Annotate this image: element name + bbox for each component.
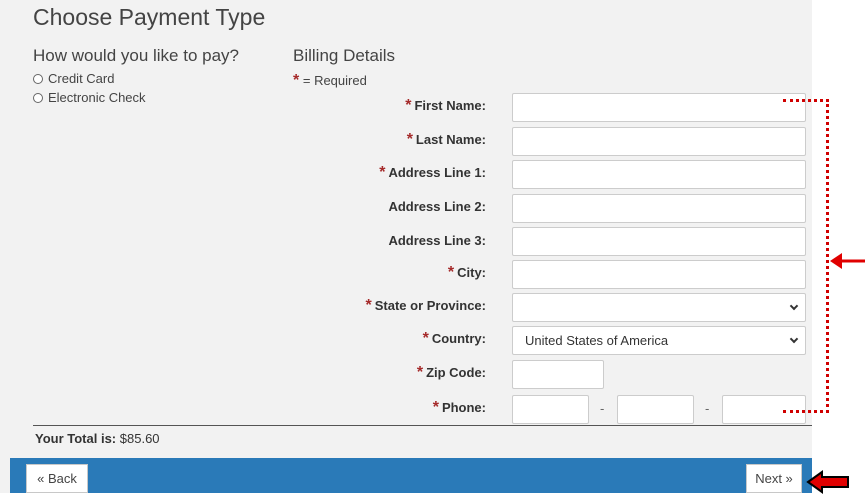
back-button[interactable]: « Back (26, 464, 88, 493)
first-name-field[interactable] (512, 93, 806, 122)
phone-area-code-field[interactable] (512, 395, 589, 424)
last-name-label: * Last Name: (406, 131, 486, 148)
zip-code-field[interactable] (512, 360, 604, 389)
address-line-2-label: Address Line 2: (388, 199, 486, 214)
annotation-bracket-bottom (783, 410, 829, 413)
page-title: Choose Payment Type (33, 4, 266, 30)
state-select[interactable] (512, 293, 806, 322)
city-label: * City: (447, 264, 486, 281)
country-select[interactable]: United States of America (512, 326, 806, 355)
address-line-3-label: Address Line 3: (388, 233, 486, 248)
credit-card-option[interactable]: Credit Card (33, 71, 114, 86)
chevron-down-icon (789, 301, 799, 310)
last-name-field[interactable] (512, 127, 806, 156)
order-total: Your Total is: $85.60 (35, 431, 160, 446)
required-star: * (293, 72, 300, 89)
total-amount: $85.60 (119, 431, 160, 446)
required-star: * (447, 264, 455, 281)
phone-label: * Phone: (432, 399, 486, 416)
required-star: * (416, 364, 424, 381)
chevron-down-icon (789, 334, 799, 343)
required-star: * (406, 131, 413, 148)
phone-prefix-field[interactable] (617, 395, 694, 424)
radio-button[interactable] (33, 73, 43, 84)
electronic-check-option[interactable]: Electronic Check (33, 90, 146, 105)
required-note-text: = Required (302, 73, 367, 88)
billing-details-heading: Billing Details (293, 46, 396, 65)
arrow-pointer-icon (806, 470, 849, 494)
annotation-bracket-top (783, 99, 829, 102)
left-arrow-icon (830, 253, 865, 269)
radio-label: Electronic Check (48, 90, 146, 105)
address-line-1-field[interactable] (512, 160, 806, 189)
required-star: * (405, 97, 412, 114)
zip-code-label: * Zip Code: (416, 364, 486, 381)
radio-label: Credit Card (48, 71, 115, 86)
address-line-3-field[interactable] (512, 227, 806, 256)
navigation-bar (10, 458, 812, 493)
payment-method-heading: How would you like to pay? (33, 46, 240, 65)
phone-separator: - (705, 401, 710, 416)
annotation-bracket-side (826, 99, 829, 413)
required-note: * = Required (293, 72, 367, 90)
required-star: * (365, 297, 372, 314)
required-star: * (379, 164, 386, 181)
phone-separator: - (600, 401, 605, 416)
country-selected-value: United States of America (525, 333, 669, 348)
required-star: * (432, 399, 439, 416)
next-button[interactable]: Next » (746, 464, 802, 493)
total-divider (33, 425, 812, 426)
total-label: Your Total is: (35, 431, 117, 446)
radio-button[interactable] (33, 92, 43, 103)
city-field[interactable] (512, 260, 806, 289)
required-star: * (422, 330, 429, 347)
address-line-2-field[interactable] (512, 194, 806, 223)
first-name-label: * First Name: (405, 97, 486, 114)
state-label: * State or Province: (365, 297, 487, 314)
address-line-1-label: * Address Line 1: (379, 164, 486, 181)
country-label: * Country: (422, 330, 486, 347)
